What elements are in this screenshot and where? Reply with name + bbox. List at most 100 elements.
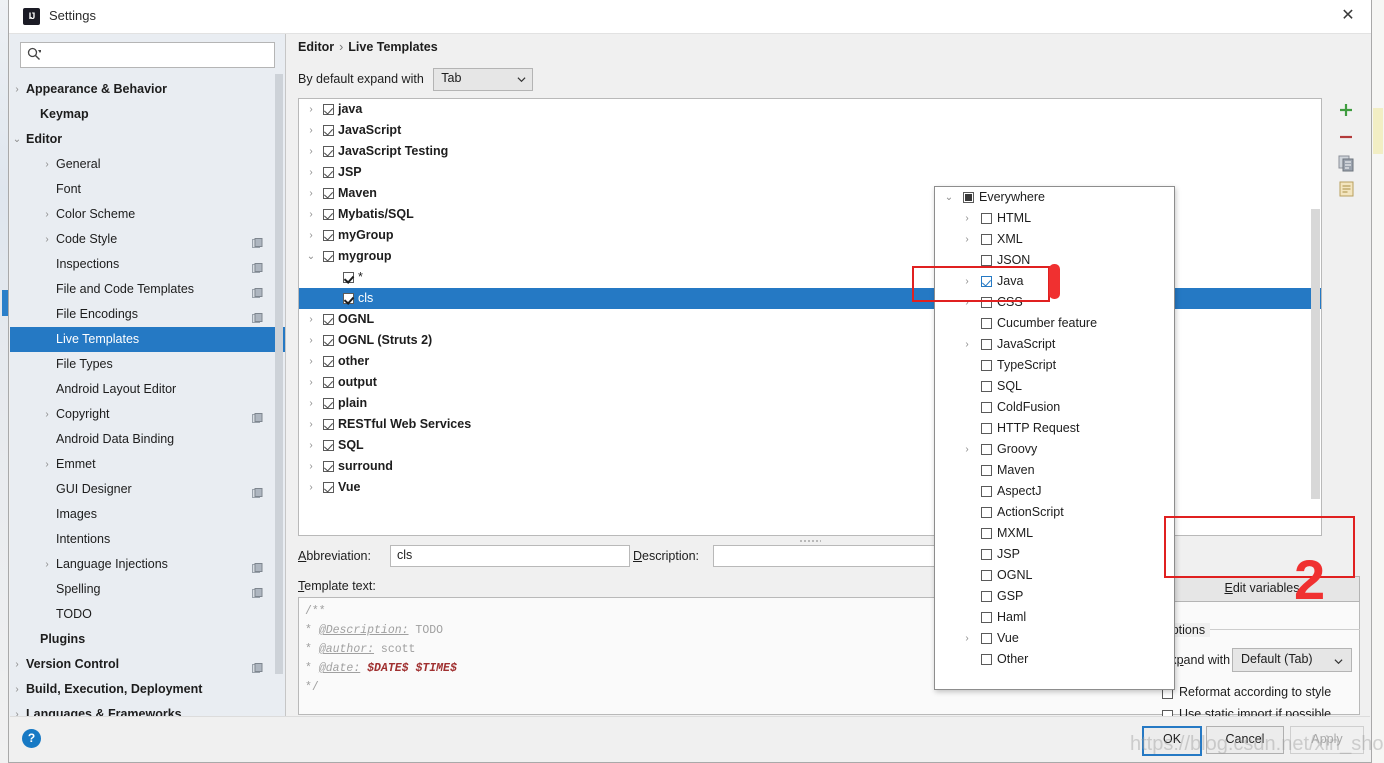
context-item-css[interactable]: › CSS xyxy=(935,292,1174,313)
context-item-aspectj[interactable]: AspectJ xyxy=(935,481,1174,502)
apply-button[interactable]: Apply xyxy=(1290,726,1364,754)
sidebar-item-general[interactable]: › General xyxy=(10,152,285,177)
context-checkbox[interactable] xyxy=(981,486,992,497)
chevron-right-icon[interactable]: › xyxy=(961,628,973,649)
sidebar-item-file-and-code-templates[interactable]: File and Code Templates xyxy=(10,277,285,302)
add-template-button[interactable] xyxy=(1332,98,1360,124)
context-checkbox[interactable] xyxy=(981,591,992,602)
cancel-button[interactable]: Cancel xyxy=(1206,726,1284,754)
template-enable-checkbox[interactable] xyxy=(323,125,334,136)
sidebar-item-todo[interactable]: TODO xyxy=(10,602,285,627)
chevron-right-icon[interactable]: › xyxy=(42,552,52,577)
context-item-vue[interactable]: › Vue xyxy=(935,628,1174,649)
remove-template-button[interactable] xyxy=(1332,124,1360,150)
chevron-right-icon[interactable]: › xyxy=(305,372,317,393)
template-enable-checkbox[interactable] xyxy=(323,440,334,451)
sidebar-item-languages-frameworks[interactable]: › Languages & Frameworks xyxy=(10,702,285,717)
context-item-cucumber-feature[interactable]: Cucumber feature xyxy=(935,313,1174,334)
chevron-right-icon[interactable]: › xyxy=(305,120,317,141)
chevron-right-icon[interactable]: › xyxy=(305,330,317,351)
template-enable-checkbox[interactable] xyxy=(323,230,334,241)
context-checkbox[interactable] xyxy=(981,444,992,455)
sidebar-item-plugins[interactable]: Plugins xyxy=(10,627,285,652)
sidebar-item-language-injections[interactable]: › Language Injections xyxy=(10,552,285,577)
close-icon[interactable]: ✕ xyxy=(1325,0,1371,32)
chevron-right-icon[interactable]: › xyxy=(12,77,22,102)
chevron-right-icon[interactable]: › xyxy=(305,204,317,225)
ok-button[interactable]: OK xyxy=(1142,726,1202,756)
chevron-right-icon[interactable]: › xyxy=(305,183,317,204)
sidebar-item-color-scheme[interactable]: › Color Scheme xyxy=(10,202,285,227)
chevron-right-icon[interactable]: › xyxy=(305,393,317,414)
context-item-actionscript[interactable]: ActionScript xyxy=(935,502,1174,523)
template-enable-checkbox[interactable] xyxy=(343,293,354,304)
context-item-coldfusion[interactable]: ColdFusion xyxy=(935,397,1174,418)
template-tree-scrollbar[interactable] xyxy=(1311,209,1320,499)
sidebar-item-code-style[interactable]: › Code Style xyxy=(10,227,285,252)
sidebar-item-editor[interactable]: ⌄ Editor xyxy=(10,127,285,152)
context-checkbox[interactable] xyxy=(981,528,992,539)
chevron-right-icon[interactable]: › xyxy=(12,702,22,717)
breadcrumb-root[interactable]: Editor xyxy=(298,40,334,54)
chevron-right-icon[interactable]: › xyxy=(305,414,317,435)
context-item-haml[interactable]: Haml xyxy=(935,607,1174,628)
sidebar-item-android-layout-editor[interactable]: Android Layout Editor xyxy=(10,377,285,402)
context-item-java[interactable]: › Java xyxy=(935,271,1174,292)
context-checkbox[interactable] xyxy=(981,465,992,476)
context-item-mxml[interactable]: MXML xyxy=(935,523,1174,544)
context-checkbox[interactable] xyxy=(981,549,992,560)
context-checkbox[interactable] xyxy=(981,633,992,644)
sidebar-item-font[interactable]: Font xyxy=(10,177,285,202)
context-checkbox[interactable] xyxy=(981,570,992,581)
chevron-down-icon[interactable]: ⌄ xyxy=(305,246,317,267)
context-checkbox[interactable] xyxy=(981,423,992,434)
search-box[interactable] xyxy=(20,42,283,68)
sidebar-item-version-control[interactable]: › Version Control xyxy=(10,652,285,677)
context-checkbox[interactable] xyxy=(981,318,992,329)
template-enable-checkbox[interactable] xyxy=(323,461,334,472)
sidebar-item-emmet[interactable]: › Emmet xyxy=(10,452,285,477)
chevron-right-icon[interactable]: › xyxy=(42,402,52,427)
duplicate-template-button[interactable] xyxy=(1332,150,1360,176)
template-enable-checkbox[interactable] xyxy=(323,377,334,388)
context-item-html[interactable]: › HTML xyxy=(935,208,1174,229)
template-enable-checkbox[interactable] xyxy=(323,398,334,409)
template-enable-checkbox[interactable] xyxy=(323,314,334,325)
chevron-right-icon[interactable]: › xyxy=(305,141,317,162)
chevron-down-icon[interactable]: ⌄ xyxy=(943,187,955,208)
abbreviation-input[interactable]: cls xyxy=(390,545,630,567)
context-checkbox[interactable] xyxy=(981,402,992,413)
context-checkbox[interactable] xyxy=(981,612,992,623)
search-input[interactable] xyxy=(49,44,283,67)
template-enable-checkbox[interactable] xyxy=(323,335,334,346)
sidebar-item-file-types[interactable]: File Types xyxy=(10,352,285,377)
chevron-right-icon[interactable]: › xyxy=(305,477,317,498)
chevron-right-icon[interactable]: › xyxy=(961,271,973,292)
chevron-right-icon[interactable]: › xyxy=(961,229,973,250)
context-item-jsp[interactable]: JSP xyxy=(935,544,1174,565)
chevron-down-icon[interactable]: ⌄ xyxy=(12,127,22,152)
help-icon[interactable]: ? xyxy=(22,729,41,748)
chevron-right-icon[interactable]: › xyxy=(42,152,52,177)
context-item-javascript[interactable]: › JavaScript xyxy=(935,334,1174,355)
template-enable-checkbox[interactable] xyxy=(323,209,334,220)
default-expand-combo[interactable]: Tab xyxy=(433,68,534,91)
chevron-right-icon[interactable]: › xyxy=(961,439,973,460)
sidebar-item-build-execution-deployment[interactable]: › Build, Execution, Deployment xyxy=(10,677,285,702)
context-item-everywhere[interactable]: ⌄ Everywhere xyxy=(935,187,1174,208)
template-tree-row[interactable]: › JavaScript xyxy=(299,120,1321,141)
context-checkbox[interactable] xyxy=(981,213,992,224)
chevron-right-icon[interactable]: › xyxy=(305,309,317,330)
sidebar-item-spelling[interactable]: Spelling xyxy=(10,577,285,602)
sidebar-item-android-data-binding[interactable]: Android Data Binding xyxy=(10,427,285,452)
chevron-right-icon[interactable]: › xyxy=(305,99,317,120)
context-selection-popup[interactable]: ⌄ Everywhere › HTML › XML JSON › Java › CSS Cucumbe… xyxy=(934,186,1175,690)
context-item-maven[interactable]: Maven xyxy=(935,460,1174,481)
context-item-typescript[interactable]: TypeScript xyxy=(935,355,1174,376)
template-enable-checkbox[interactable] xyxy=(323,188,334,199)
context-item-json[interactable]: JSON xyxy=(935,250,1174,271)
chevron-right-icon[interactable]: › xyxy=(42,452,52,477)
sidebar-item-file-encodings[interactable]: File Encodings xyxy=(10,302,285,327)
context-checkbox[interactable] xyxy=(981,297,992,308)
context-item-gsp[interactable]: GSP xyxy=(935,586,1174,607)
